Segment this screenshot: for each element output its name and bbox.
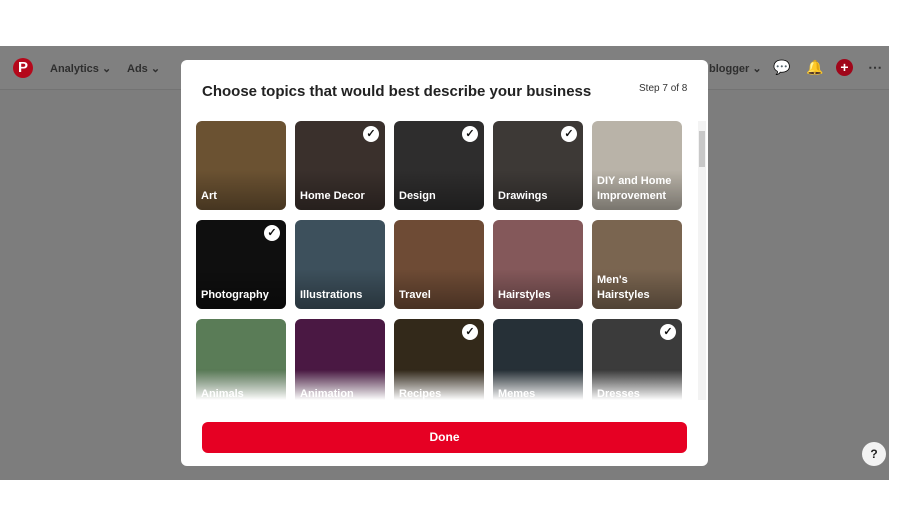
- topic-label: Drawings: [498, 190, 548, 202]
- checkmark-icon: ✓: [462, 324, 478, 340]
- topic-tile[interactable]: DIY and Home Improvement: [592, 121, 682, 210]
- scrollbar-thumb[interactable]: [699, 131, 705, 167]
- topic-tile[interactable]: Illustrations: [295, 220, 385, 309]
- create-plus-icon[interactable]: +: [836, 59, 853, 76]
- topic-label: Men's Hairstyles: [597, 274, 650, 301]
- scrollbar[interactable]: [698, 121, 706, 400]
- analytics-menu[interactable]: Analytics ⌄: [50, 62, 111, 75]
- account-label: blogger: [709, 63, 750, 75]
- checkmark-icon: ✓: [561, 126, 577, 142]
- topic-tile[interactable]: Drawings ✓: [493, 121, 583, 210]
- topic-tile[interactable]: Travel: [394, 220, 484, 309]
- scroll-fade: [196, 370, 696, 400]
- topic-label: Home Decor: [300, 190, 365, 202]
- topic-label: Design: [399, 190, 436, 202]
- checkmark-icon: ✓: [264, 225, 280, 241]
- analytics-label: Analytics: [50, 63, 99, 75]
- topics-grid: Art Home Decor ✓ Design ✓ Drawings ✓ DIY and Ho…: [196, 121, 696, 400]
- topic-label: Illustrations: [300, 289, 363, 301]
- checkmark-icon: ✓: [363, 126, 379, 142]
- ads-label: Ads: [127, 63, 148, 75]
- done-button[interactable]: Done: [202, 422, 687, 453]
- topic-label: DIY and Home Improvement: [597, 175, 672, 202]
- ads-menu[interactable]: Ads ⌄: [127, 62, 160, 75]
- chevron-down-icon: ⌄: [752, 63, 762, 75]
- topic-label: Art: [201, 190, 217, 202]
- topic-label: Photography: [201, 289, 269, 301]
- topic-tile[interactable]: Photography ✓: [196, 220, 286, 309]
- chevron-down-icon: ⌄: [150, 63, 161, 75]
- topic-tile[interactable]: Design ✓: [394, 121, 484, 210]
- checkmark-icon: ✓: [660, 324, 676, 340]
- more-options-icon[interactable]: ⋯: [868, 59, 882, 76]
- topic-tile[interactable]: Art: [196, 121, 286, 210]
- account-menu[interactable]: blogger ⌄: [709, 62, 762, 75]
- topic-label: Travel: [399, 289, 431, 301]
- checkmark-icon: ✓: [462, 126, 478, 142]
- topic-tile[interactable]: Men's Hairstyles: [592, 220, 682, 309]
- topic-tile[interactable]: Home Decor ✓: [295, 121, 385, 210]
- topic-tile[interactable]: Hairstyles: [493, 220, 583, 309]
- help-button[interactable]: ?: [862, 442, 886, 466]
- messages-icon[interactable]: 💬: [773, 59, 790, 76]
- notifications-bell-icon[interactable]: 🔔: [806, 59, 823, 76]
- pinterest-logo-icon[interactable]: P: [13, 58, 33, 78]
- step-indicator: Step 7 of 8: [639, 83, 688, 94]
- modal-title: Choose topics that would best describe y…: [202, 83, 592, 100]
- topics-modal: Choose topics that would best describe y…: [181, 60, 708, 466]
- chevron-down-icon: ⌄: [101, 63, 112, 75]
- topic-label: Hairstyles: [498, 289, 551, 301]
